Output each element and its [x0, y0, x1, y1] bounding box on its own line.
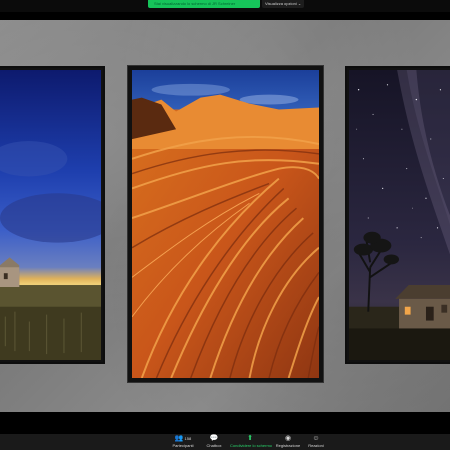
participants-icon: 👥 [174, 435, 184, 442]
chat-button[interactable]: 💬 Chatbox [194, 434, 234, 450]
night-sky-cabin-photo [349, 70, 450, 360]
chat-label: Chatbox [206, 443, 222, 448]
reactions-label: Reazioni [308, 443, 324, 448]
meeting-controls-bar: 👥158 Partecipanti 💬 Chatbox ⬆ Condivider… [0, 434, 450, 450]
slide-frame-right [345, 66, 450, 364]
reactions-button[interactable]: ☺ Reazioni [296, 434, 336, 450]
share-screen-label: Condividere lo schermo [230, 443, 273, 448]
share-screen-icon: ⬆ [247, 435, 253, 442]
view-options-button[interactable]: Visualizza opzioni ⌄ [262, 0, 304, 8]
screen-share-status: Stai visualizzando lo schermo di JR Schr… [148, 0, 260, 8]
sandstone-wave-photo [132, 70, 319, 378]
shared-screen [0, 20, 450, 412]
slide-frame-left [0, 66, 105, 364]
reactions-icon: ☺ [312, 435, 320, 442]
slide-frame-center [128, 66, 323, 382]
share-screen-button[interactable]: ⬆ Condividere lo schermo [230, 434, 273, 450]
share-banner: Stai visualizzando lo schermo di JR Schr… [0, 0, 450, 12]
chat-icon: 💬 [209, 435, 219, 442]
sunset-farmhouse-photo [0, 70, 101, 360]
participants-count: 158 [184, 436, 192, 441]
